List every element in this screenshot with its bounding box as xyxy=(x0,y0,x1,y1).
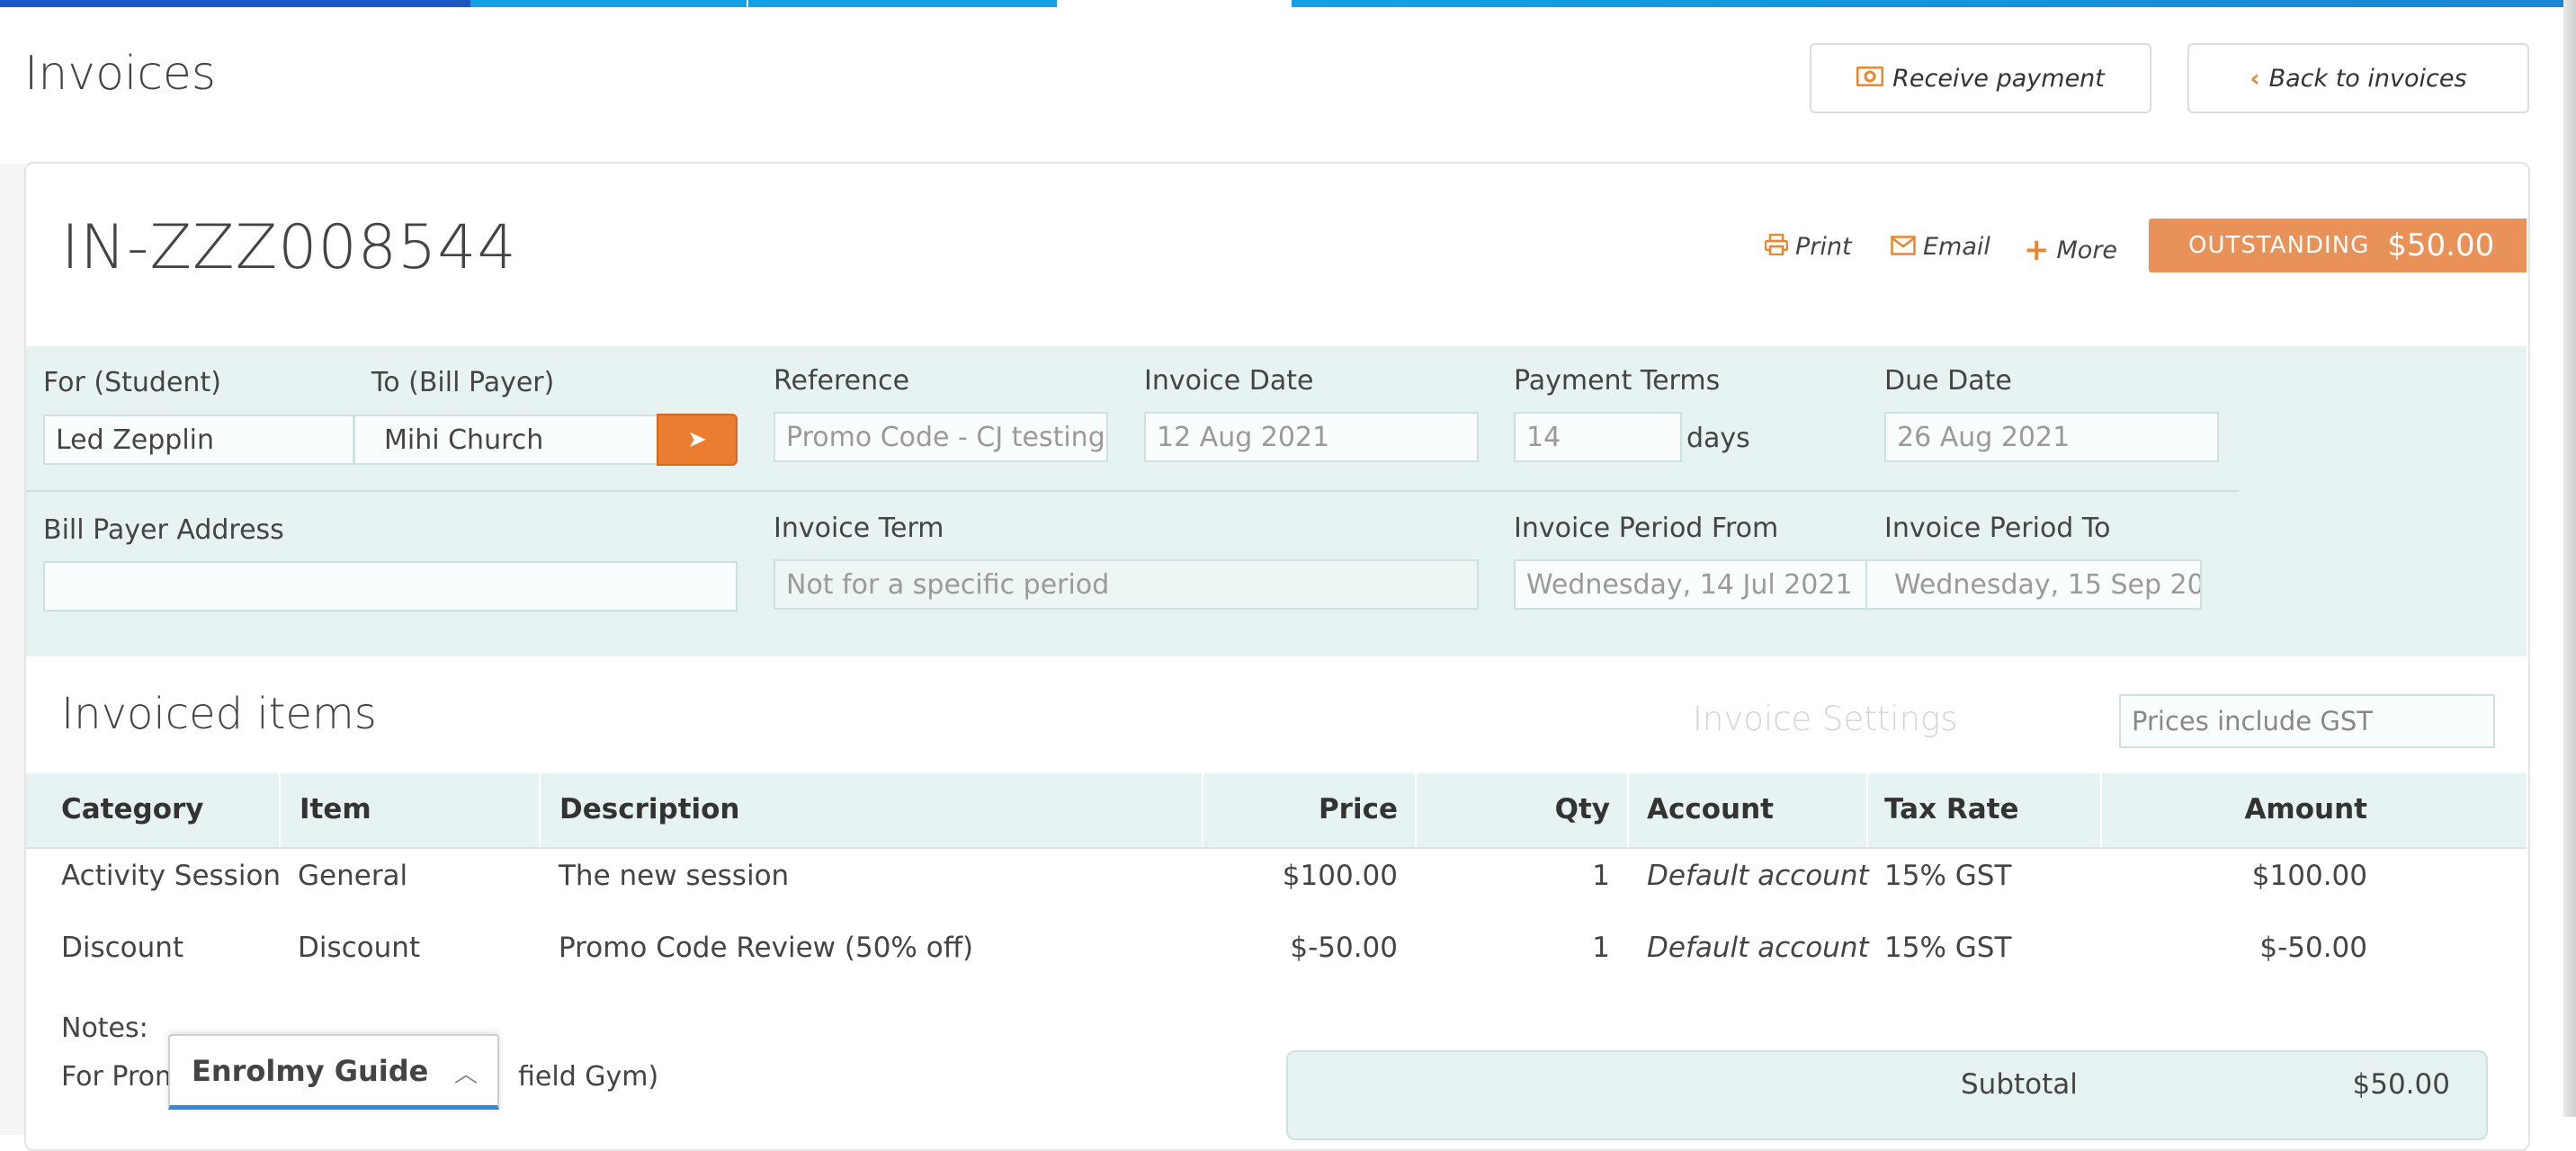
due-date-field[interactable]: 26 Aug 2021 xyxy=(1884,412,2219,462)
payment-terms-field[interactable]: 14 xyxy=(1514,412,1682,462)
row-2-item: Discount xyxy=(298,932,421,964)
envelope-icon xyxy=(1891,232,1916,262)
col-separator xyxy=(279,773,281,847)
row-1-price: $100.00 xyxy=(1282,860,1398,892)
panel-divider xyxy=(26,490,2239,492)
row-1-category: Activity Session xyxy=(61,860,282,892)
bill-payer-field[interactable]: Mihi Church xyxy=(353,415,659,465)
money-icon xyxy=(1856,65,1884,93)
row-2-price: $-50.00 xyxy=(1290,932,1398,964)
col-separator xyxy=(1866,773,1868,847)
receive-payment-button[interactable]: Receive payment xyxy=(1810,43,2151,113)
col-separator xyxy=(1627,773,1629,847)
email-label: Email xyxy=(1923,233,1990,261)
invoice-date-label: Invoice Date xyxy=(1144,365,1314,397)
row-2-tax-rate: 15% GST xyxy=(1884,932,2012,964)
window-edge xyxy=(2563,0,2576,1117)
arrow-right-icon: ➤ xyxy=(687,426,707,453)
invoice-settings-link[interactable]: Invoice Settings xyxy=(1693,700,1958,738)
row-2-account: Default account xyxy=(1647,932,1869,964)
for-student-field[interactable]: Led Zepplin xyxy=(43,415,354,465)
row-1-qty: 1 xyxy=(1592,860,1610,892)
enrolmy-guide-widget[interactable]: Enrolmy Guide ︿ xyxy=(168,1034,499,1110)
go-to-bill-payer-button[interactable]: ➤ xyxy=(657,414,738,466)
invoice-term-label: Invoice Term xyxy=(774,513,944,544)
notes-label: Notes: xyxy=(61,1013,148,1044)
chevron-up-icon: ︿ xyxy=(453,1061,478,1088)
more-link[interactable]: + More xyxy=(2024,232,2117,268)
progress-strip-seg-3 xyxy=(748,0,1057,7)
invoice-date-field[interactable]: 12 Aug 2021 xyxy=(1144,412,1479,462)
col-header-qty: Qty xyxy=(1554,793,1610,825)
bill-payer-label: To (Bill Payer) xyxy=(371,367,555,398)
col-header-item: Item xyxy=(300,793,371,825)
col-header-price: Price xyxy=(1318,793,1398,825)
bill-payer-address-field[interactable] xyxy=(43,561,738,611)
receive-payment-label: Receive payment xyxy=(1892,64,2105,93)
col-separator xyxy=(1202,773,1203,847)
plus-icon: + xyxy=(2024,232,2050,268)
period-to-label: Invoice Period To xyxy=(1884,513,2111,544)
reference-label: Reference xyxy=(774,365,910,397)
invoice-card xyxy=(24,162,2530,1151)
progress-strip-seg-4 xyxy=(1292,0,2576,7)
reference-field[interactable]: Promo Code - CJ testing 1 xyxy=(774,412,1108,462)
bill-payer-address-label: Bill Payer Address xyxy=(43,514,284,546)
print-label: Print xyxy=(1795,233,1852,261)
col-header-amount: Amount xyxy=(2244,793,2367,825)
progress-strip-seg-2 xyxy=(470,0,747,7)
row-2-category: Discount xyxy=(61,932,184,964)
email-link[interactable]: Email xyxy=(1891,232,1990,262)
row-2-description: Promo Code Review (50% off) xyxy=(559,932,974,964)
row-1-account: Default account xyxy=(1647,860,1869,892)
page-title: Invoices xyxy=(24,47,217,101)
progress-strip-seg-1 xyxy=(0,0,470,7)
subtotal-label: Subtotal xyxy=(1961,1068,2078,1101)
row-1-item: General xyxy=(298,860,408,892)
notes-text-end: field Gym) xyxy=(518,1061,659,1093)
invoice-number: IN-ZZZ008544 xyxy=(61,212,517,283)
notes-text-start: For Prom xyxy=(61,1061,182,1093)
invoiced-items-title: Invoiced items xyxy=(61,689,377,739)
col-separator xyxy=(2100,773,2102,847)
printer-icon xyxy=(1764,232,1789,262)
row-2-amount: $-50.00 xyxy=(2259,932,2367,964)
period-to-field[interactable]: Wednesday, 15 Sep 202 xyxy=(1865,559,2202,610)
print-link[interactable]: Print xyxy=(1764,232,1852,262)
payment-terms-label: Payment Terms xyxy=(1514,365,1721,397)
col-separator xyxy=(1415,773,1417,847)
col-separator xyxy=(539,773,541,847)
row-1-amount: $100.00 xyxy=(2251,860,2367,892)
col-header-account: Account xyxy=(1647,793,1774,825)
status-amount: $50.00 xyxy=(2387,228,2495,263)
payment-terms-suffix: days xyxy=(1686,423,1750,454)
back-to-invoices-button[interactable]: ‹ Back to invoices xyxy=(2187,43,2529,113)
guide-label: Enrolmy Guide xyxy=(192,1053,429,1088)
period-from-label: Invoice Period From xyxy=(1514,513,1779,544)
row-2-qty: 1 xyxy=(1592,932,1610,964)
gst-mode-select[interactable]: Prices include GST xyxy=(2119,694,2495,748)
chevron-left-icon: ‹ xyxy=(2250,64,2260,93)
row-1-description: The new session xyxy=(559,860,790,892)
col-header-tax-rate: Tax Rate xyxy=(1884,793,2019,825)
invoice-term-field[interactable]: Not for a specific period xyxy=(774,559,1479,610)
col-header-category: Category xyxy=(61,793,204,825)
due-date-label: Due Date xyxy=(1884,365,2012,397)
subtotal-value: $50.00 xyxy=(2352,1068,2450,1101)
status-label: OUTSTANDING xyxy=(2188,232,2370,259)
row-1-tax-rate: 15% GST xyxy=(1884,860,2012,892)
period-from-field[interactable]: Wednesday, 14 Jul 2021 xyxy=(1514,559,1867,610)
for-student-label: For (Student) xyxy=(43,367,221,398)
page-gutter xyxy=(0,164,25,1135)
back-to-invoices-label: Back to invoices xyxy=(2268,64,2467,93)
col-header-description: Description xyxy=(559,793,740,825)
more-label: More xyxy=(2056,236,2118,264)
status-badge: OUTSTANDING $50.00 xyxy=(2149,219,2527,272)
